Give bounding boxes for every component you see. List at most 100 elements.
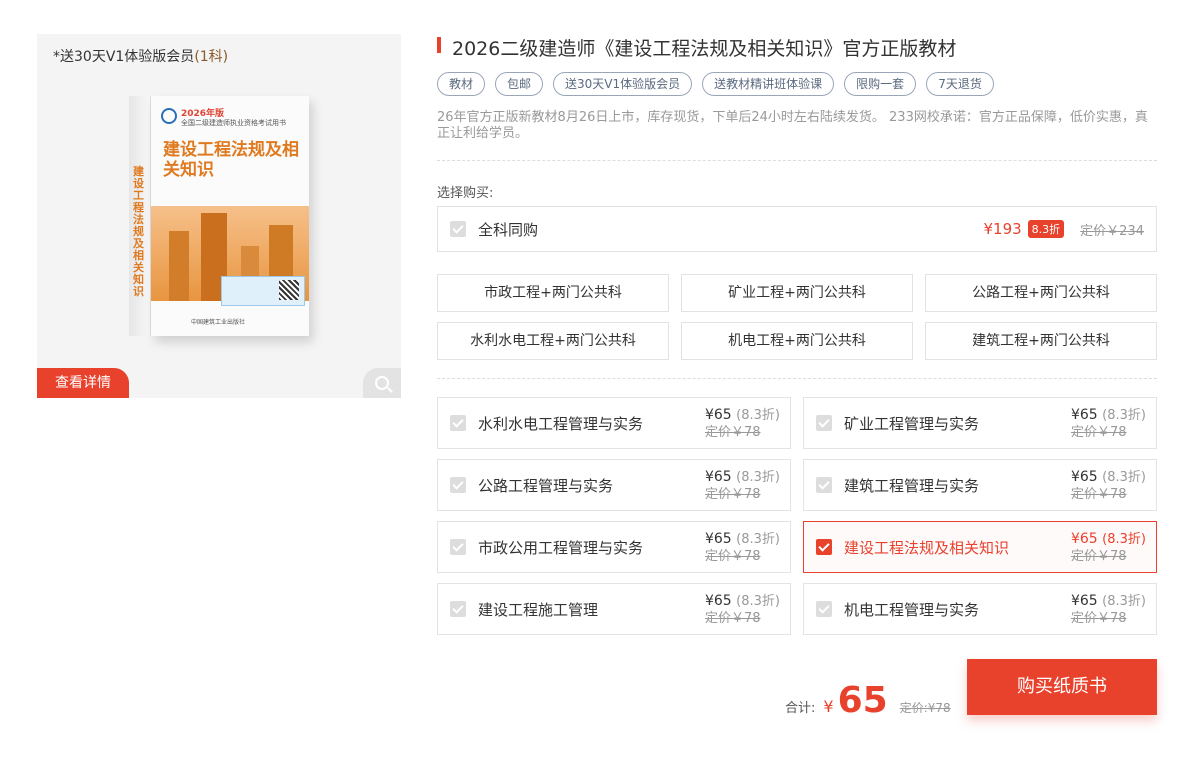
- subject-price: ¥65 (8.3折) 定价￥78: [705, 592, 780, 627]
- total-currency: ¥: [823, 697, 834, 716]
- book-spine: 建设工程法规及相关知识: [129, 96, 151, 336]
- original-price: 定价￥78: [704, 424, 761, 440]
- combo-option[interactable]: 市政工程+两门公共科: [437, 274, 669, 312]
- subject-option[interactable]: 公路工程管理与实务 ¥65 (8.3折) 定价￥78: [437, 459, 791, 511]
- price: ¥65: [704, 592, 732, 609]
- subject-option[interactable]: 机电工程管理与实务 ¥65 (8.3折) 定价￥78: [803, 583, 1157, 635]
- combo-options: 市政工程+两门公共科 矿业工程+两门公共科 公路工程+两门公共科 水利水电工程+…: [437, 274, 1157, 360]
- combo-option[interactable]: 水利水电工程+两门公共科: [437, 322, 669, 360]
- total-label: 合计:: [785, 701, 816, 716]
- original-price: 定价￥78: [1070, 424, 1127, 440]
- subject-option[interactable]: 水利水电工程管理与实务 ¥65 (8.3折) 定价￥78: [437, 397, 791, 449]
- combo-option[interactable]: 机电工程+两门公共科: [681, 322, 913, 360]
- product-title: 2026二级建造师《建设工程法规及相关知识》官方正版教材: [452, 38, 957, 60]
- checkbox[interactable]: [816, 601, 832, 617]
- subject-price: ¥65 (8.3折) 定价￥78: [1071, 406, 1146, 441]
- product-image-card[interactable]: *送30天V1体验版会员(1科) 建设工程法规及相关知识 2026年版 全国二级…: [37, 34, 401, 398]
- subject-option[interactable]: 矿业工程管理与实务 ¥65 (8.3折) 定价￥78: [803, 397, 1157, 449]
- all-subjects-label: 全科同购: [478, 220, 539, 239]
- product-description: 26年官方正版新教材8月26日上市，库存现货，下单后24小时左右陆续发货。 23…: [437, 110, 1148, 141]
- discount: (8.3折): [736, 531, 780, 547]
- book-cover-image: 建设工程法规及相关知识 2026年版 全国二级建造师执业资格考试用书 建设工程法…: [129, 96, 309, 336]
- price: ¥65: [1070, 592, 1098, 609]
- checkbox[interactable]: [816, 477, 832, 493]
- order-total: 合计: ¥ 65 定价:¥78: [785, 680, 951, 721]
- promo-note-text: *送30天V1体验版会员: [53, 49, 195, 65]
- all-subjects-option[interactable]: 全科同购 ¥193 8.3折 定价￥234: [437, 206, 1157, 252]
- price: ¥65: [1070, 468, 1098, 485]
- subject-options: 水利水电工程管理与实务 ¥65 (8.3折) 定价￥78 矿业工程管理与实务 ¥…: [437, 397, 1157, 635]
- checkbox[interactable]: [450, 539, 466, 555]
- checkbox[interactable]: [816, 415, 832, 431]
- subject-name: 矿业工程管理与实务: [844, 414, 980, 433]
- book-title: 建设工程法规及相关知识: [163, 140, 299, 180]
- subject-option-selected[interactable]: 建设工程法规及相关知识 ¥65 (8.3折) 定价￥78: [803, 521, 1157, 573]
- discount: (8.3折): [736, 469, 780, 485]
- price: ¥65: [704, 406, 732, 423]
- original-price: 定价￥78: [1070, 548, 1127, 564]
- discount: (8.3折): [736, 593, 780, 609]
- subject-option[interactable]: 建筑工程管理与实务 ¥65 (8.3折) 定价￥78: [803, 459, 1157, 511]
- tag: 送教材精讲班体验课: [702, 72, 835, 96]
- all-subjects-price-area: ¥193 8.3折 定价￥234: [983, 220, 1144, 239]
- product-tags: 教材 包邮 送30天V1体验版会员 送教材精讲班体验课 限购一套 7天退货: [437, 72, 994, 96]
- search-icon: [375, 376, 389, 390]
- price: ¥65: [704, 468, 732, 485]
- original-price: 定价￥78: [704, 486, 761, 502]
- book-logo-icon: [161, 108, 177, 124]
- all-subjects-price: ¥193: [983, 220, 1022, 238]
- original-price: 定价￥78: [1070, 610, 1127, 626]
- book-qr-code: [279, 280, 299, 300]
- view-details-button[interactable]: 查看详情: [37, 368, 129, 398]
- checkbox[interactable]: [450, 221, 466, 237]
- choose-label: 选择购买:: [437, 186, 494, 201]
- discount: (8.3折): [1102, 593, 1146, 609]
- divider: [437, 160, 1157, 161]
- subject-option[interactable]: 市政公用工程管理与实务 ¥65 (8.3折) 定价￥78: [437, 521, 791, 573]
- divider: [437, 378, 1157, 379]
- discount: (8.3折): [1102, 469, 1146, 485]
- original-price: 定价￥78: [704, 610, 761, 626]
- book-front: 2026年版 全国二级建造师执业资格考试用书 建设工程法规及相关知识 中国建筑工…: [151, 96, 309, 336]
- total-amount: 65: [837, 680, 888, 721]
- original-price: 定价￥78: [704, 548, 761, 564]
- checkbox-checked[interactable]: [816, 539, 832, 555]
- promo-note-highlight: (1科): [194, 49, 229, 65]
- subject-name: 公路工程管理与实务: [478, 476, 614, 495]
- total-original-price: 定价:¥78: [899, 701, 951, 715]
- book-series: 全国二级建造师执业资格考试用书: [181, 119, 286, 127]
- discount-badge: 8.3折: [1027, 220, 1065, 238]
- price: ¥65: [1070, 406, 1098, 423]
- combo-option[interactable]: 公路工程+两门公共科: [925, 274, 1157, 312]
- zoom-button[interactable]: [363, 368, 401, 398]
- promo-note: *送30天V1体验版会员(1科): [53, 46, 228, 66]
- tag: 教材: [437, 72, 486, 96]
- book-publisher: 中国建筑工业出版社: [191, 319, 246, 326]
- combo-option[interactable]: 建筑工程+两门公共科: [925, 322, 1157, 360]
- subject-price: ¥65 (8.3折) 定价￥78: [705, 530, 780, 565]
- subject-price: ¥65 (8.3折) 定价￥78: [705, 468, 780, 503]
- checkbox[interactable]: [450, 415, 466, 431]
- checkbox[interactable]: [450, 601, 466, 617]
- price: ¥65: [704, 530, 732, 547]
- subject-name: 建设工程法规及相关知识: [844, 538, 1010, 557]
- subject-name: 建设工程施工管理: [478, 600, 599, 619]
- tag: 送30天V1体验版会员: [553, 72, 693, 96]
- buy-paper-book-button[interactable]: 购买纸质书: [967, 659, 1157, 715]
- original-price: 定价￥78: [1070, 486, 1127, 502]
- checkbox[interactable]: [450, 477, 466, 493]
- title-accent-bar: [437, 37, 441, 53]
- subject-name: 水利水电工程管理与实务: [478, 414, 644, 433]
- tag: 限购一套: [844, 72, 917, 96]
- tag: 7天退货: [926, 72, 994, 96]
- subject-price: ¥65 (8.3折) 定价￥78: [1071, 468, 1146, 503]
- subject-option[interactable]: 建设工程施工管理 ¥65 (8.3折) 定价￥78: [437, 583, 791, 635]
- tag: 包邮: [495, 72, 544, 96]
- subject-name: 建筑工程管理与实务: [844, 476, 980, 495]
- discount: (8.3折): [1102, 407, 1146, 423]
- subject-name: 机电工程管理与实务: [844, 600, 980, 619]
- all-subjects-original-price: 定价￥234: [1080, 223, 1144, 239]
- discount: (8.3折): [736, 407, 780, 423]
- discount: (8.3折): [1102, 531, 1146, 547]
- combo-option[interactable]: 矿业工程+两门公共科: [681, 274, 913, 312]
